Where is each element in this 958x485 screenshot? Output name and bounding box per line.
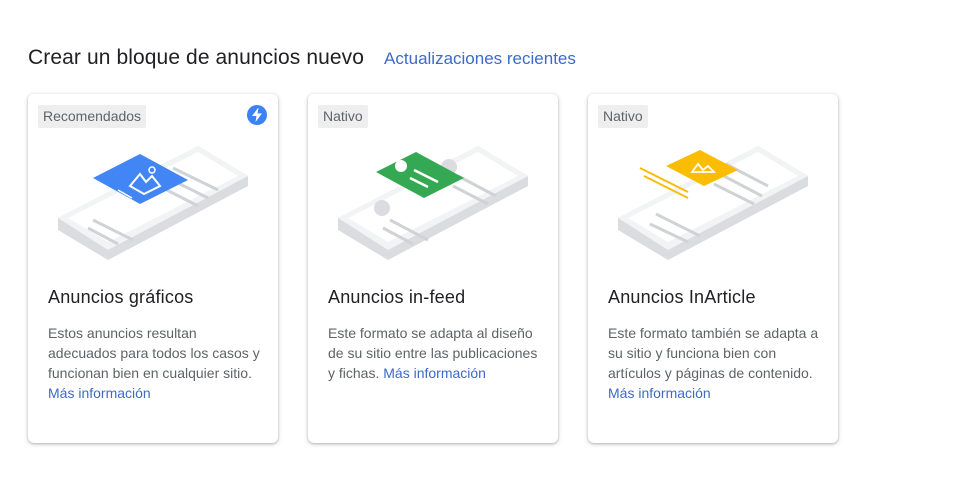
card-description: Este formato se adapta al diseño de su s… bbox=[328, 325, 538, 381]
more-info-link[interactable]: Más información bbox=[383, 365, 486, 381]
page-title: Crear un bloque de anuncios nuevo bbox=[28, 46, 365, 69]
phone-display-ad-icon bbox=[58, 146, 248, 260]
phone-infeed-ad-icon bbox=[338, 146, 528, 260]
recent-updates-link[interactable]: Actualizaciones recientes bbox=[384, 49, 576, 69]
recommended-badge: Recomendados bbox=[38, 105, 147, 128]
page-header: Crear un bloque de anuncios nuevo Actual… bbox=[28, 46, 576, 70]
ad-type-card-display[interactable]: Recomendados Anuncios gráficos Estos anu… bbox=[28, 94, 278, 443]
ad-type-card-inarticle[interactable]: Nativo Anuncios InArticle Este formato t… bbox=[588, 94, 838, 443]
ad-type-card-infeed[interactable]: Nativo Anuncios in-feed Este formato se … bbox=[308, 94, 558, 443]
bolt-icon bbox=[247, 105, 267, 125]
card-title: Anuncios InArticle bbox=[608, 287, 756, 307]
native-badge: Nativo bbox=[598, 105, 648, 128]
card-description: Estos anuncios resultan adecuados para t… bbox=[48, 325, 260, 401]
card-description: Este formato también se adapta a su siti… bbox=[608, 325, 819, 401]
more-info-link[interactable]: Más información bbox=[608, 385, 711, 401]
card-title: Anuncios in-feed bbox=[328, 287, 466, 307]
more-info-link[interactable]: Más información bbox=[48, 385, 151, 401]
phone-inarticle-ad-icon bbox=[618, 146, 808, 260]
card-title: Anuncios gráficos bbox=[48, 287, 194, 307]
native-badge: Nativo bbox=[318, 105, 368, 128]
